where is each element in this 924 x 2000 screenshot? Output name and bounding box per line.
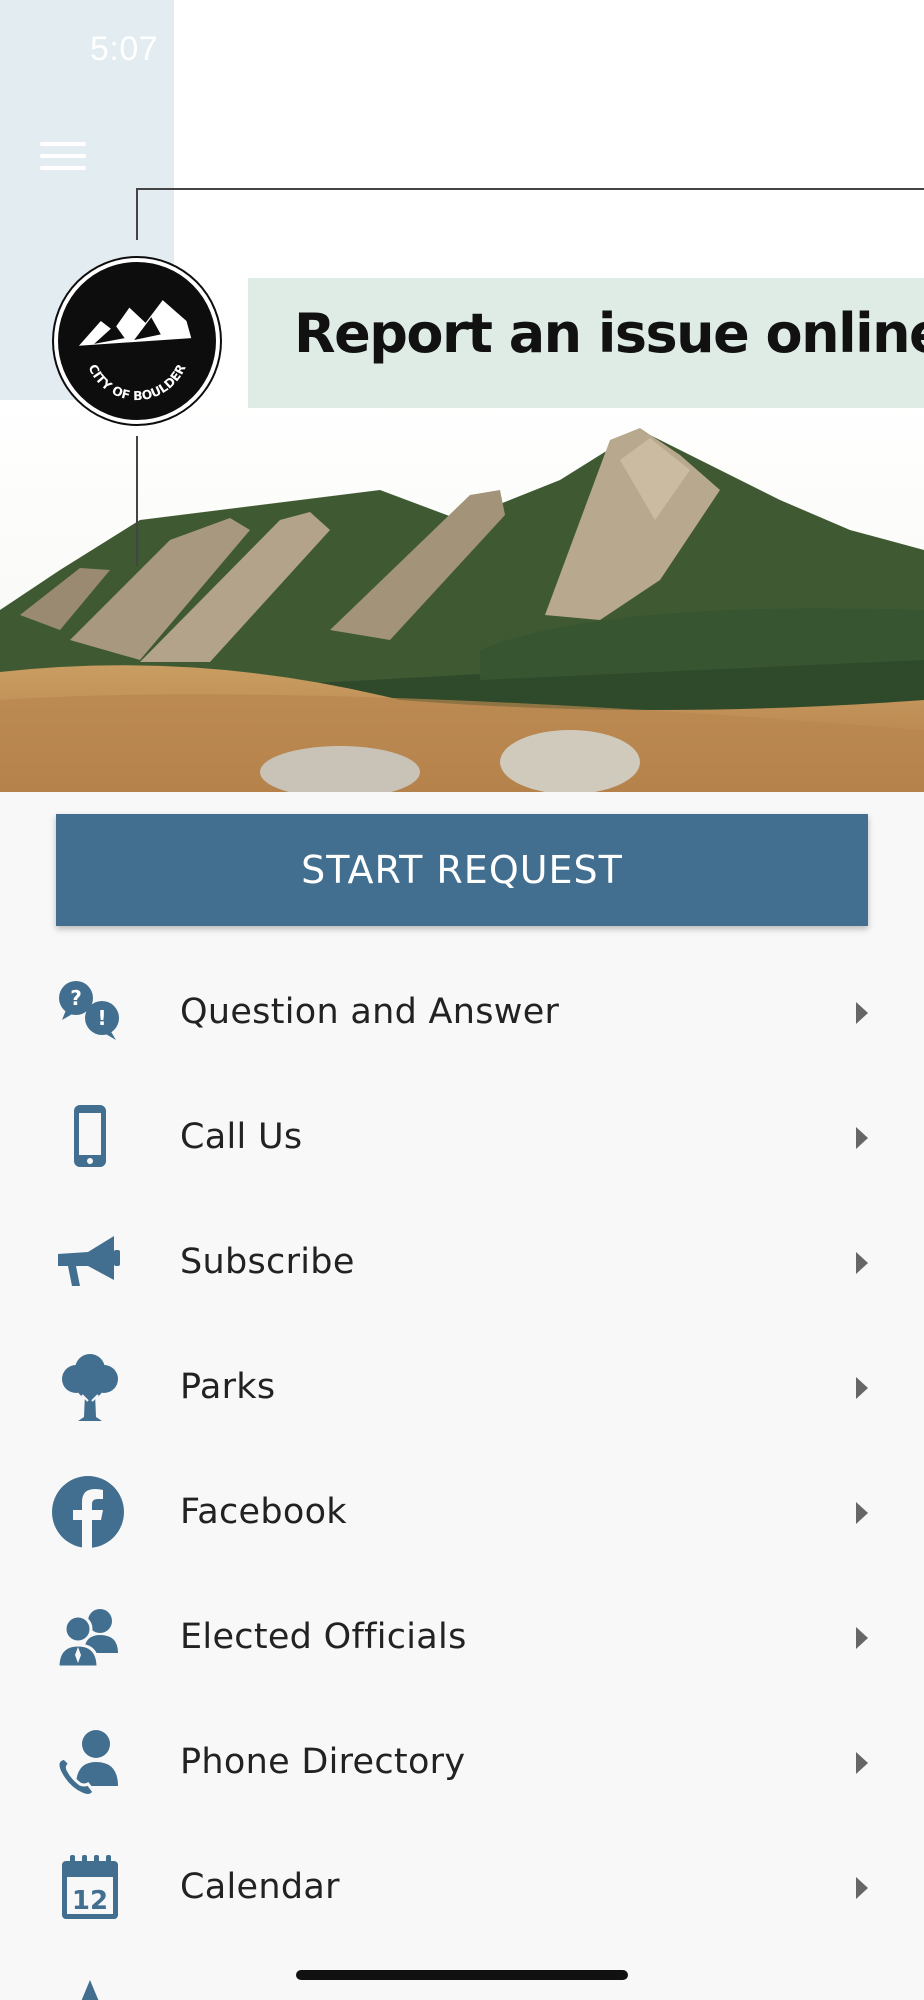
tree-icon <box>52 1349 128 1425</box>
svg-text:12: 12 <box>72 1886 108 1916</box>
menu-item-calendar[interactable]: 12 Calendar <box>0 1825 924 1950</box>
menu-item-label: Facebook <box>180 1492 347 1532</box>
menu-item-label: Parks <box>180 1367 276 1407</box>
menu-item-parks[interactable]: Parks <box>0 1325 924 1450</box>
menu-item-subscribe[interactable]: Subscribe <box>0 1200 924 1325</box>
status-time: 5:07 <box>90 30 159 68</box>
frame-line <box>136 436 138 566</box>
svg-text:?: ? <box>70 986 82 1010</box>
frame-line <box>136 188 924 190</box>
svg-text:CITY OF BOULDER: CITY OF BOULDER <box>85 362 188 403</box>
banner-title: Report an issue online <box>294 302 924 365</box>
city-of-boulder-logo: CITY OF BOULDER <box>54 258 220 424</box>
report-issue-banner: Report an issue online <box>248 278 924 408</box>
menu-list: ? ! Question and Answer Call Us Subscrib… <box>0 950 924 2000</box>
partial-icon <box>52 1974 128 2000</box>
menu-item-label: Phone Directory <box>180 1742 466 1782</box>
menu-item-elected-officials[interactable]: Elected Officials <box>0 1575 924 1700</box>
question-answer-icon: ? ! <box>52 974 128 1050</box>
hero-header: CITY OF BOULDER Report an issue online <box>0 0 924 792</box>
mobile-phone-icon <box>52 1099 128 1175</box>
chevron-right-icon <box>856 1127 868 1149</box>
hamburger-menu-icon[interactable] <box>40 142 86 176</box>
chevron-right-icon <box>856 1252 868 1274</box>
menu-item-label: Calendar <box>180 1867 340 1907</box>
home-indicator <box>296 1970 628 1980</box>
menu-item-call-us[interactable]: Call Us <box>0 1075 924 1200</box>
menu-item-phone-directory[interactable]: Phone Directory <box>0 1700 924 1825</box>
menu-item-label: Question and Answer <box>180 992 560 1032</box>
phone-directory-icon <box>52 1724 128 1800</box>
menu-item-facebook[interactable]: Facebook <box>0 1450 924 1575</box>
menu-item-label: Call Us <box>180 1117 303 1157</box>
chevron-right-icon <box>856 1502 868 1524</box>
menu-item-label: Subscribe <box>180 1242 355 1282</box>
frame-line <box>136 188 138 240</box>
chevron-right-icon <box>856 1627 868 1649</box>
officials-icon <box>52 1599 128 1675</box>
menu-item-label: Elected Officials <box>180 1617 467 1657</box>
start-request-button[interactable]: START REQUEST <box>56 814 868 926</box>
chevron-right-icon <box>856 1377 868 1399</box>
megaphone-icon <box>52 1224 128 1300</box>
svg-text:!: ! <box>97 1006 106 1030</box>
flatirons-landscape-image <box>0 400 924 792</box>
chevron-right-icon <box>856 1877 868 1899</box>
chevron-right-icon <box>856 1002 868 1024</box>
menu-item-question-and-answer[interactable]: ? ! Question and Answer <box>0 950 924 1075</box>
calendar-icon: 12 <box>52 1849 128 1925</box>
facebook-icon <box>52 1474 128 1550</box>
chevron-right-icon <box>856 1752 868 1774</box>
